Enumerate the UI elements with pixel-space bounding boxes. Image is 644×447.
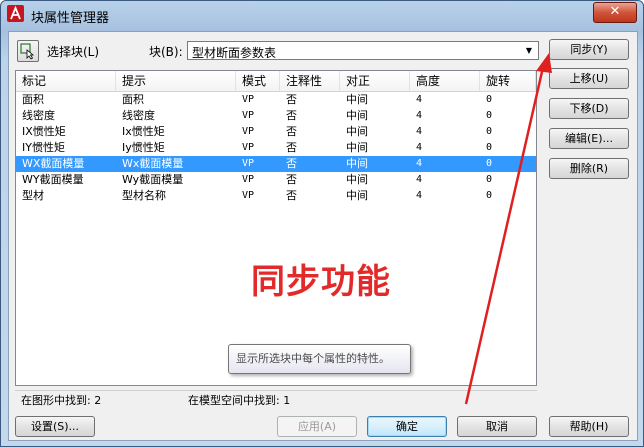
table-cell: 0 — [486, 174, 493, 185]
table-row[interactable]: IX惯性矩 Ix惯性矩 VP 否 中间 4 0 — [16, 124, 536, 140]
column-header-prompt[interactable]: 提示 — [116, 71, 236, 91]
apply-button[interactable]: 应用(A) — [277, 416, 357, 437]
table-cell: 0 — [486, 190, 493, 201]
table-cell: VP — [242, 110, 255, 121]
table-cell: 4 — [416, 142, 423, 153]
found-in-drawing-text: 在图形中找到: 2 — [21, 394, 102, 407]
table-cell: 4 — [416, 158, 423, 169]
dialog-client-area: 选择块(L) 块(B): 型材断面参数表 ▼ 标记 提示 模式 注释性 对正 高… — [8, 31, 638, 441]
table-cell: 中间 — [346, 125, 368, 138]
annotation-overlay-text: 同步功能 — [251, 262, 391, 302]
attribute-table[interactable]: 标记 提示 模式 注释性 对正 高度 旋转 面积 面积 VP 否中间 4 0 线密度 线密度 V… — [15, 70, 537, 386]
table-cell: 面积 — [122, 93, 144, 106]
table-cell: VP — [242, 190, 255, 201]
column-header-rotation[interactable]: 旋转 — [480, 71, 536, 91]
tooltip: 显示所选块中每个属性的特性。 — [228, 344, 411, 374]
block-dropdown[interactable]: 型材断面参数表 ▼ — [187, 41, 539, 60]
settings-button[interactable]: 设置(S)... — [15, 416, 95, 437]
table-cell: WX截面模量 — [22, 157, 85, 170]
table-cell: 0 — [486, 94, 493, 105]
column-header-height[interactable]: 高度 — [410, 71, 480, 91]
table-cell: VP — [242, 94, 255, 105]
ok-button[interactable]: 确定 — [367, 416, 447, 437]
table-cell: 否 — [286, 93, 297, 106]
table-cell: 4 — [416, 126, 423, 137]
table-cell: Wy截面模量 — [122, 173, 184, 186]
table-cell: 否 — [286, 189, 297, 202]
table-cell: 4 — [416, 190, 423, 201]
delete-button[interactable]: 删除(R) — [549, 158, 629, 179]
table-row[interactable]: 线密度 线密度 VP 否 中间 4 0 — [16, 108, 536, 124]
table-row[interactable]: 型材 型材名称 VP 否 中间 4 0 — [16, 188, 536, 204]
table-cell: VP — [242, 158, 255, 169]
block-attribute-manager-window: 块属性管理器 ✕ 选择块(L) 块(B): 型材断面参数表 ▼ 标记 提示 模式… — [0, 0, 644, 447]
sync-button[interactable]: 同步(Y) — [549, 39, 629, 60]
column-header-tag[interactable]: 标记 — [16, 71, 116, 91]
table-cell: VP — [242, 174, 255, 185]
cancel-button[interactable]: 取消 — [457, 416, 537, 437]
table-cell: 中间 — [346, 93, 368, 106]
table-cell: IX惯性矩 — [22, 125, 66, 138]
table-row[interactable]: IY惯性矩 Iy惯性矩 VP 否 中间 4 0 — [16, 140, 536, 156]
move-up-button[interactable]: 上移(U) — [549, 68, 629, 89]
table-cell: 否 — [286, 125, 297, 138]
table-cell: 4 — [416, 174, 423, 185]
table-row[interactable]: 面积 面积 VP 否 中间 4 0 — [16, 92, 536, 108]
table-cell: 4 — [416, 94, 423, 105]
table-cell: 4 — [416, 110, 423, 121]
table-cell: 否 — [286, 109, 297, 122]
select-block-button[interactable] — [17, 40, 39, 62]
table-cell: 否 — [286, 141, 297, 154]
table-cell: 型材 — [22, 189, 44, 202]
select-block-label: 选择块(L) — [47, 45, 100, 59]
window-title: 块属性管理器 — [31, 11, 110, 26]
table-cell: Wx截面模量 — [122, 157, 184, 170]
table-cell: VP — [242, 126, 255, 137]
table-cell: 否 — [286, 173, 297, 186]
block-label: 块(B): — [149, 45, 183, 59]
autocad-app-icon — [7, 5, 24, 22]
table-cell: 线密度 — [122, 109, 155, 122]
table-cell: 0 — [486, 110, 493, 121]
select-block-icon — [20, 43, 35, 60]
table-cell: IY惯性矩 — [22, 141, 65, 154]
table-cell: 0 — [486, 158, 493, 169]
table-cell: 中间 — [346, 141, 368, 154]
edit-button[interactable]: 编辑(E)... — [549, 128, 629, 149]
found-status-bar: 在图形中找到: 2 在模型空间中找到: 1 — [15, 390, 537, 408]
table-cell: 中间 — [346, 157, 368, 170]
close-button[interactable]: ✕ — [593, 2, 637, 23]
table-row[interactable]: WY截面模量 Wy截面模量 VP 否 中间 4 0 — [16, 172, 536, 188]
title-bar[interactable]: 块属性管理器 ✕ — [1, 1, 643, 29]
chevron-down-icon[interactable]: ▼ — [521, 43, 537, 58]
table-cell: Ix惯性矩 — [122, 125, 165, 138]
column-header-mode[interactable]: 模式 — [236, 71, 280, 91]
table-cell: 线密度 — [22, 109, 55, 122]
table-cell: VP — [242, 142, 255, 153]
block-dropdown-value: 型材断面参数表 — [192, 46, 277, 60]
table-cell: 型材名称 — [122, 189, 166, 202]
table-cell: 面积 — [22, 93, 44, 106]
table-cell: 否 — [286, 157, 297, 170]
table-cell: Iy惯性矩 — [122, 141, 165, 154]
table-cell: 中间 — [346, 109, 368, 122]
column-header-annotative[interactable]: 注释性 — [280, 71, 340, 91]
move-down-button[interactable]: 下移(D) — [549, 98, 629, 119]
help-button[interactable]: 帮助(H) — [549, 416, 629, 437]
table-row[interactable]: WX截面模量 Wx截面模量 VP 否 中间 4 0 — [16, 156, 536, 172]
table-header: 标记 提示 模式 注释性 对正 高度 旋转 — [16, 71, 536, 92]
table-cell: 0 — [486, 142, 493, 153]
column-header-justify[interactable]: 对正 — [340, 71, 410, 91]
table-cell: WY截面模量 — [22, 173, 84, 186]
table-cell: 0 — [486, 126, 493, 137]
table-cell: 中间 — [346, 173, 368, 186]
found-in-model-text: 在模型空间中找到: 1 — [188, 394, 291, 407]
table-cell: 中间 — [346, 189, 368, 202]
